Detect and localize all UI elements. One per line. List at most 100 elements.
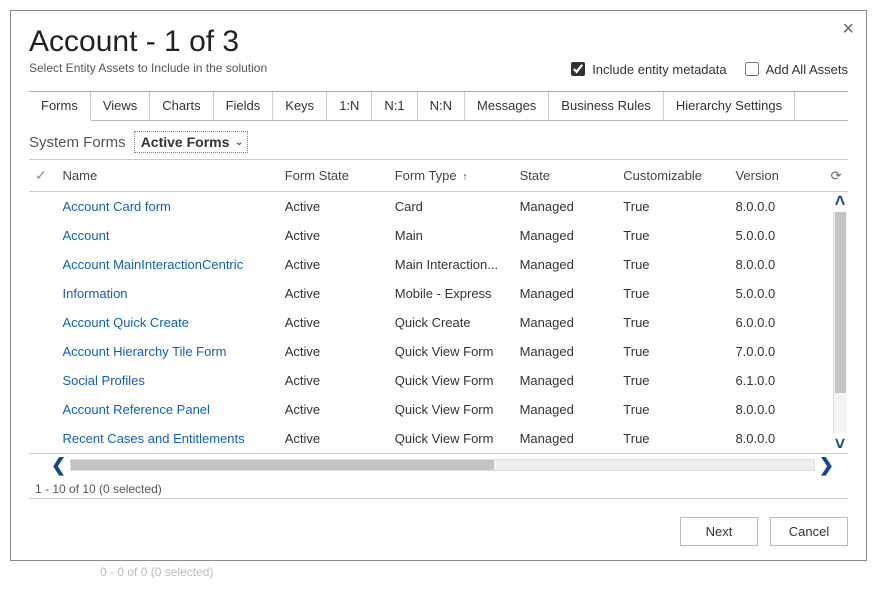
page-subtitle: Select Entity Assets to Include in the s… — [29, 61, 267, 75]
cell-state: Managed — [514, 424, 618, 453]
cell-customizable: True — [617, 250, 729, 279]
table-row[interactable]: AccountActiveMainManagedTrue5.0.0.0 — [29, 221, 848, 250]
tab-business-rules[interactable]: Business Rules — [549, 92, 664, 120]
solution-assets-dialog: × Account - 1 of 3 Select Entity Assets … — [10, 10, 867, 561]
table-row[interactable]: Recent Cases and EntitlementsActiveQuick… — [29, 424, 848, 453]
refresh-icon[interactable]: ⟳ — [831, 168, 842, 183]
form-name-link[interactable]: Account Reference Panel — [57, 395, 279, 424]
cell-customizable: True — [617, 366, 729, 395]
horizontal-scrollbar[interactable]: ❮ ❯ — [29, 454, 848, 476]
cell-customizable: True — [617, 337, 729, 366]
cell-form-state: Active — [279, 192, 389, 222]
form-name-link[interactable]: Account Card form — [57, 192, 279, 222]
add-all-assets-label: Add All Assets — [766, 62, 848, 77]
vertical-scroll-track[interactable] — [833, 212, 847, 433]
tab-views[interactable]: Views — [91, 92, 150, 120]
sort-ascending-icon: ↑ — [462, 171, 468, 183]
cancel-button[interactable]: Cancel — [770, 517, 848, 546]
close-icon[interactable]: × — [842, 19, 854, 39]
system-forms-label: System Forms — [29, 134, 126, 151]
tab-forms[interactable]: Forms — [29, 92, 91, 121]
horizontal-scroll-thumb[interactable] — [71, 460, 494, 470]
cell-state: Managed — [514, 395, 618, 424]
tab-n-n[interactable]: N:N — [418, 92, 465, 120]
cell-customizable: True — [617, 308, 729, 337]
cell-version: 8.0.0.0 — [729, 192, 824, 222]
background-status-text: 0 - 0 of 0 (0 selected) — [100, 565, 867, 579]
cell-state: Managed — [514, 308, 618, 337]
cell-version: 6.0.0.0 — [729, 308, 824, 337]
cell-state: Managed — [514, 279, 618, 308]
cell-form-type: Quick View Form — [389, 366, 514, 395]
form-name-link[interactable]: Account Quick Create — [57, 308, 279, 337]
scroll-down-icon[interactable]: ˅ — [835, 435, 846, 453]
form-name-link[interactable]: Account Hierarchy Tile Form — [57, 337, 279, 366]
scroll-right-icon[interactable]: ❯ — [819, 456, 834, 474]
cell-version: 6.1.0.0 — [729, 366, 824, 395]
cell-form-type: Mobile - Express — [389, 279, 514, 308]
form-name-link[interactable]: Information — [57, 279, 279, 308]
column-header-name[interactable]: Name — [57, 160, 279, 192]
cell-state: Managed — [514, 192, 618, 222]
cell-form-type: Quick View Form — [389, 424, 514, 453]
cell-form-type: Main Interaction... — [389, 250, 514, 279]
table-row[interactable]: InformationActiveMobile - ExpressManaged… — [29, 279, 848, 308]
cell-version: 5.0.0.0 — [729, 279, 824, 308]
include-entity-metadata-checkbox[interactable]: Include entity metadata — [567, 59, 726, 79]
form-filter-dropdown[interactable]: Active Forms ⌄ — [134, 131, 249, 153]
chevron-down-icon: ⌄ — [235, 137, 243, 148]
cell-state: Managed — [514, 337, 618, 366]
table-row[interactable]: Account Reference PanelActiveQuick View … — [29, 395, 848, 424]
cell-customizable: True — [617, 395, 729, 424]
tab-1-n[interactable]: 1:N — [327, 92, 372, 120]
tab-n-1[interactable]: N:1 — [372, 92, 417, 120]
next-button[interactable]: Next — [680, 517, 758, 546]
forms-grid: ✓ Name Form State Form Type ↑ State Cust… — [29, 159, 848, 454]
column-header-state[interactable]: State — [514, 160, 618, 192]
tab-keys[interactable]: Keys — [273, 92, 327, 120]
cell-customizable: True — [617, 424, 729, 453]
scroll-up-icon[interactable]: ˄ — [835, 192, 846, 210]
tab-messages[interactable]: Messages — [465, 92, 549, 120]
column-header-version[interactable]: Version — [729, 160, 824, 192]
cell-customizable: True — [617, 279, 729, 308]
tab-charts[interactable]: Charts — [150, 92, 213, 120]
cell-form-state: Active — [279, 424, 389, 453]
scroll-left-icon[interactable]: ❮ — [51, 456, 66, 474]
cell-version: 8.0.0.0 — [729, 424, 824, 453]
add-all-assets-checkbox[interactable]: Add All Assets — [741, 59, 848, 79]
form-name-link[interactable]: Account MainInteractionCentric — [57, 250, 279, 279]
cell-version: 8.0.0.0 — [729, 250, 824, 279]
form-name-link[interactable]: Account — [57, 221, 279, 250]
form-name-link[interactable]: Recent Cases and Entitlements — [57, 424, 279, 453]
tab-hierarchy-settings[interactable]: Hierarchy Settings — [664, 92, 795, 120]
cell-customizable: True — [617, 221, 729, 250]
horizontal-scroll-track[interactable] — [70, 459, 815, 471]
include-entity-metadata-label: Include entity metadata — [592, 62, 726, 77]
table-row[interactable]: Account Hierarchy Tile FormActiveQuick V… — [29, 337, 848, 366]
entity-asset-tabs: FormsViewsChartsFieldsKeys1:NN:1N:NMessa… — [29, 91, 848, 121]
form-name-link[interactable]: Social Profiles — [57, 366, 279, 395]
column-header-form-state[interactable]: Form State — [279, 160, 389, 192]
tab-fields[interactable]: Fields — [214, 92, 274, 120]
cell-form-state: Active — [279, 395, 389, 424]
table-row[interactable]: Account Card formActiveCardManagedTrue8.… — [29, 192, 848, 222]
cell-version: 8.0.0.0 — [729, 395, 824, 424]
cell-form-state: Active — [279, 279, 389, 308]
cell-form-state: Active — [279, 337, 389, 366]
vertical-scroll-thumb[interactable] — [835, 212, 846, 393]
cell-form-type: Quick View Form — [389, 337, 514, 366]
form-filter-value: Active Forms — [141, 134, 230, 150]
select-all-checkbox[interactable]: ✓ — [35, 167, 47, 183]
cell-customizable: True — [617, 192, 729, 222]
vertical-scrollbar[interactable]: ˄ ˅ — [830, 192, 850, 453]
table-row[interactable]: Account Quick CreateActiveQuick CreateMa… — [29, 308, 848, 337]
cell-form-type: Card — [389, 192, 514, 222]
page-title: Account - 1 of 3 — [29, 25, 267, 59]
table-row[interactable]: Social ProfilesActiveQuick View FormMana… — [29, 366, 848, 395]
cell-form-type: Quick View Form — [389, 395, 514, 424]
column-header-form-type[interactable]: Form Type ↑ — [389, 160, 514, 192]
cell-form-type: Quick Create — [389, 308, 514, 337]
table-row[interactable]: Account MainInteractionCentricActiveMain… — [29, 250, 848, 279]
column-header-customizable[interactable]: Customizable — [617, 160, 729, 192]
